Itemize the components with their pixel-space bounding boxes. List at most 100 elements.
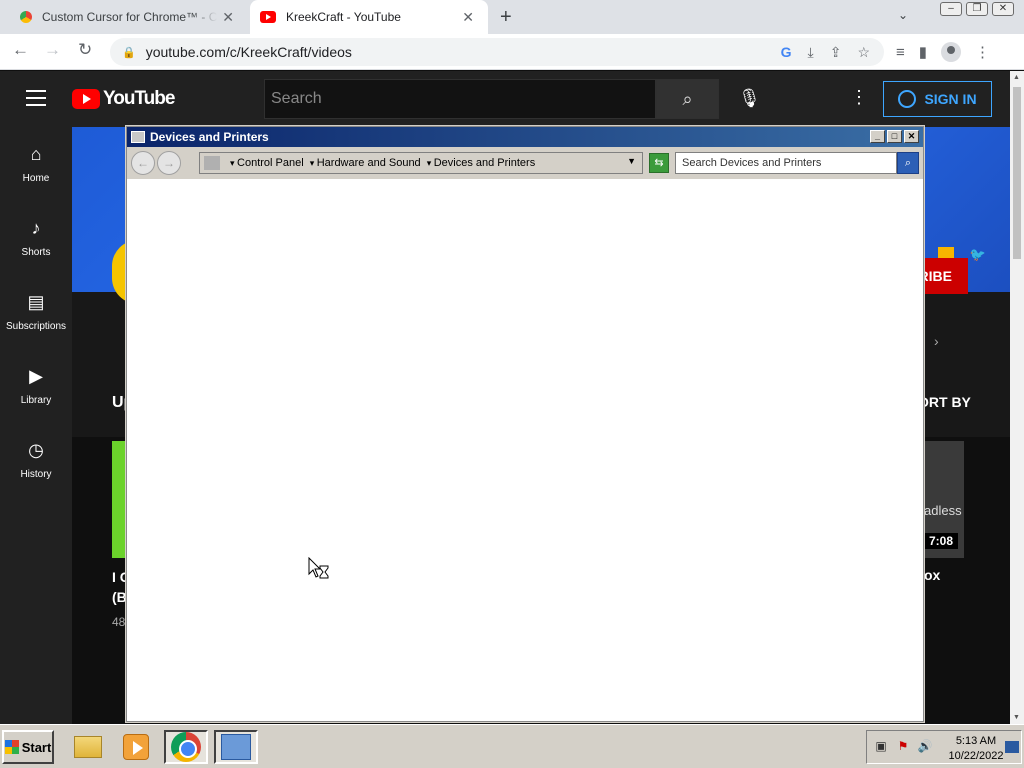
sort-by-button[interactable]: ORT BY bbox=[918, 394, 971, 410]
history-icon: ◷ bbox=[28, 440, 44, 460]
back-icon[interactable]: ← bbox=[12, 40, 29, 60]
share-icon[interactable]: ⇪ bbox=[830, 44, 842, 61]
control-panel-icon bbox=[204, 156, 220, 170]
busy-cursor-icon bbox=[308, 557, 329, 579]
side-panel-icon[interactable]: ▮ bbox=[919, 43, 927, 61]
search-icon[interactable]: ⌕ bbox=[897, 152, 919, 174]
video-views: 48 bbox=[112, 615, 126, 629]
file-explorer-taskbar-button[interactable] bbox=[66, 730, 110, 764]
show-desktop-icon[interactable] bbox=[1005, 741, 1019, 753]
youtube-search-input[interactable]: Search bbox=[264, 79, 656, 119]
refresh-icon[interactable]: ⇆ bbox=[649, 153, 669, 173]
windows-logo-icon bbox=[4, 740, 19, 754]
hamburger-menu-icon[interactable] bbox=[26, 90, 46, 106]
sidebar-item-history[interactable]: ◷ History bbox=[0, 423, 72, 497]
action-center-icon[interactable]: ⚑ bbox=[895, 739, 911, 755]
account-icon bbox=[898, 90, 917, 108]
window-title-bar[interactable]: Devices and Printers _ □ ✕ bbox=[127, 127, 923, 147]
explorer-navigation-bar: ← → Control Panel Hardware and Sound Dev… bbox=[127, 147, 923, 179]
home-icon: ⌂ bbox=[30, 144, 42, 164]
youtube-header: YouTube Search ⌕ 🎙 ⋮ SIGN IN bbox=[0, 71, 1010, 127]
youtube-play-icon bbox=[72, 89, 100, 109]
close-window-button[interactable]: ✕ bbox=[992, 2, 1014, 16]
system-tray: ▣ ⚑ 🔊 5:13 AM 10/22/2022 bbox=[866, 730, 1022, 764]
video-title[interactable]: ox bbox=[924, 567, 940, 583]
close-tab-icon[interactable]: ✕ bbox=[222, 9, 234, 26]
forward-icon[interactable]: → bbox=[44, 40, 61, 60]
sign-in-button[interactable]: SIGN IN bbox=[883, 81, 992, 117]
page-scrollbar[interactable]: ▲ ▼ bbox=[1010, 71, 1024, 724]
youtube-logo[interactable]: YouTube bbox=[72, 88, 175, 110]
profile-avatar-icon[interactable] bbox=[941, 42, 962, 62]
tab-title: KreekCraft - YouTube bbox=[286, 10, 401, 24]
shorts-icon: ♪ bbox=[31, 218, 41, 238]
breadcrumb-devices-and-printers[interactable]: Devices and Printers bbox=[427, 157, 536, 169]
control-panel-taskbar-button[interactable] bbox=[214, 730, 258, 764]
clock-date: 10/22/2022 bbox=[948, 750, 1004, 762]
network-icon[interactable]: ▣ bbox=[873, 739, 889, 755]
minimize-window-button[interactable]: – bbox=[940, 2, 962, 16]
devices-content-area[interactable] bbox=[127, 180, 923, 721]
window-controls: – ❐ ✕ bbox=[940, 2, 1014, 16]
library-icon: ▶ bbox=[29, 366, 43, 386]
lock-icon[interactable]: 🔒 bbox=[122, 46, 136, 59]
address-bar[interactable]: 🔒 youtube.com/c/KreekCraft/videos G ⤓ ⇪ … bbox=[110, 38, 884, 66]
forward-icon[interactable]: → bbox=[157, 151, 181, 175]
system-clock[interactable]: 5:13 AM 10/22/2022 bbox=[947, 734, 1005, 764]
toolbar-right: ≡ ▮ ⋮ bbox=[896, 42, 990, 62]
custom-cursor-icon bbox=[20, 11, 32, 23]
address-dropdown-icon[interactable]: ▼ bbox=[627, 156, 636, 166]
browser-toolbar: ← → ↻ 🔒 youtube.com/c/KreekCraft/videos … bbox=[0, 34, 1024, 70]
volume-icon[interactable]: 🔊 bbox=[917, 739, 933, 755]
maximize-button[interactable]: □ bbox=[887, 130, 902, 143]
video-duration-badge: 7:08 bbox=[924, 533, 959, 549]
youtube-icon bbox=[260, 11, 276, 23]
sidebar-item-shorts[interactable]: ♪ Shorts bbox=[0, 201, 72, 275]
window-title: Devices and Printers bbox=[150, 130, 269, 144]
maximize-window-button[interactable]: ❐ bbox=[966, 2, 988, 16]
close-tab-icon[interactable]: ✕ bbox=[462, 9, 474, 26]
chrome-taskbar-button[interactable] bbox=[164, 730, 208, 764]
twitter-icon[interactable]: 🐦 bbox=[970, 247, 986, 263]
minimize-button[interactable]: _ bbox=[870, 130, 885, 143]
chevron-right-icon[interactable]: › bbox=[934, 333, 939, 349]
media-control-icon[interactable]: ≡ bbox=[896, 44, 905, 61]
install-icon[interactable]: ⤓ bbox=[808, 44, 814, 61]
control-panel-icon bbox=[221, 734, 251, 760]
video-thumbnail[interactable] bbox=[112, 441, 126, 558]
new-tab-button[interactable]: + bbox=[500, 6, 512, 29]
sidebar-item-library[interactable]: ▶ Library bbox=[0, 349, 72, 423]
media-player-taskbar-button[interactable] bbox=[114, 730, 158, 764]
youtube-sidebar: ⌂ Home ♪ Shorts ▤ Subscriptions ▶ Librar… bbox=[0, 127, 72, 724]
google-translate-icon[interactable]: G bbox=[781, 44, 792, 61]
subscriptions-icon: ▤ bbox=[27, 292, 45, 312]
back-icon[interactable]: ← bbox=[131, 151, 155, 175]
explorer-address-bar[interactable]: Control Panel Hardware and Sound Devices… bbox=[199, 152, 643, 174]
youtube-search-button[interactable]: ⌕ bbox=[656, 79, 719, 119]
url-text: youtube.com/c/KreekCraft/videos bbox=[145, 44, 352, 60]
tab-search-icon[interactable]: ⌄ bbox=[898, 8, 908, 22]
breadcrumb-hardware-and-sound[interactable]: Hardware and Sound bbox=[310, 157, 421, 169]
scrollbar-thumb[interactable] bbox=[1013, 87, 1021, 259]
sidebar-item-home[interactable]: ⌂ Home bbox=[0, 127, 72, 201]
tab-custom-cursor[interactable]: Custom Cursor for Chrome™ - Chrome Web S… bbox=[8, 0, 248, 34]
sidebar-item-label: Home bbox=[22, 173, 50, 184]
microphone-icon[interactable]: 🎙 bbox=[738, 88, 761, 109]
chrome-menu-icon[interactable]: ⋮ bbox=[975, 43, 990, 61]
browser-tab-strip: Custom Cursor for Chrome™ - Chrome Web S… bbox=[0, 0, 1024, 34]
breadcrumb-control-panel[interactable]: Control Panel bbox=[230, 157, 304, 169]
scroll-down-icon[interactable]: ▼ bbox=[1013, 714, 1020, 721]
bookmark-star-icon[interactable]: ☆ bbox=[857, 44, 870, 61]
youtube-logo-text: YouTube bbox=[103, 88, 175, 109]
tab-youtube[interactable]: KreekCraft - YouTube ✕ bbox=[250, 0, 488, 34]
more-options-icon[interactable]: ⋮ bbox=[850, 87, 868, 108]
reload-icon[interactable]: ↻ bbox=[78, 40, 92, 60]
sidebar-item-subscriptions[interactable]: ▤ Subscriptions bbox=[0, 275, 72, 349]
explorer-search-input[interactable]: Search Devices and Printers bbox=[675, 152, 897, 174]
scroll-up-icon[interactable]: ▲ bbox=[1013, 74, 1020, 81]
close-button[interactable]: ✕ bbox=[904, 130, 919, 143]
start-button[interactable]: Start bbox=[2, 730, 54, 764]
omnibox-icons: G ⤓ ⇪ ☆ bbox=[781, 44, 870, 61]
chrome-icon bbox=[171, 732, 201, 762]
sidebar-item-label: Subscriptions bbox=[5, 321, 67, 332]
